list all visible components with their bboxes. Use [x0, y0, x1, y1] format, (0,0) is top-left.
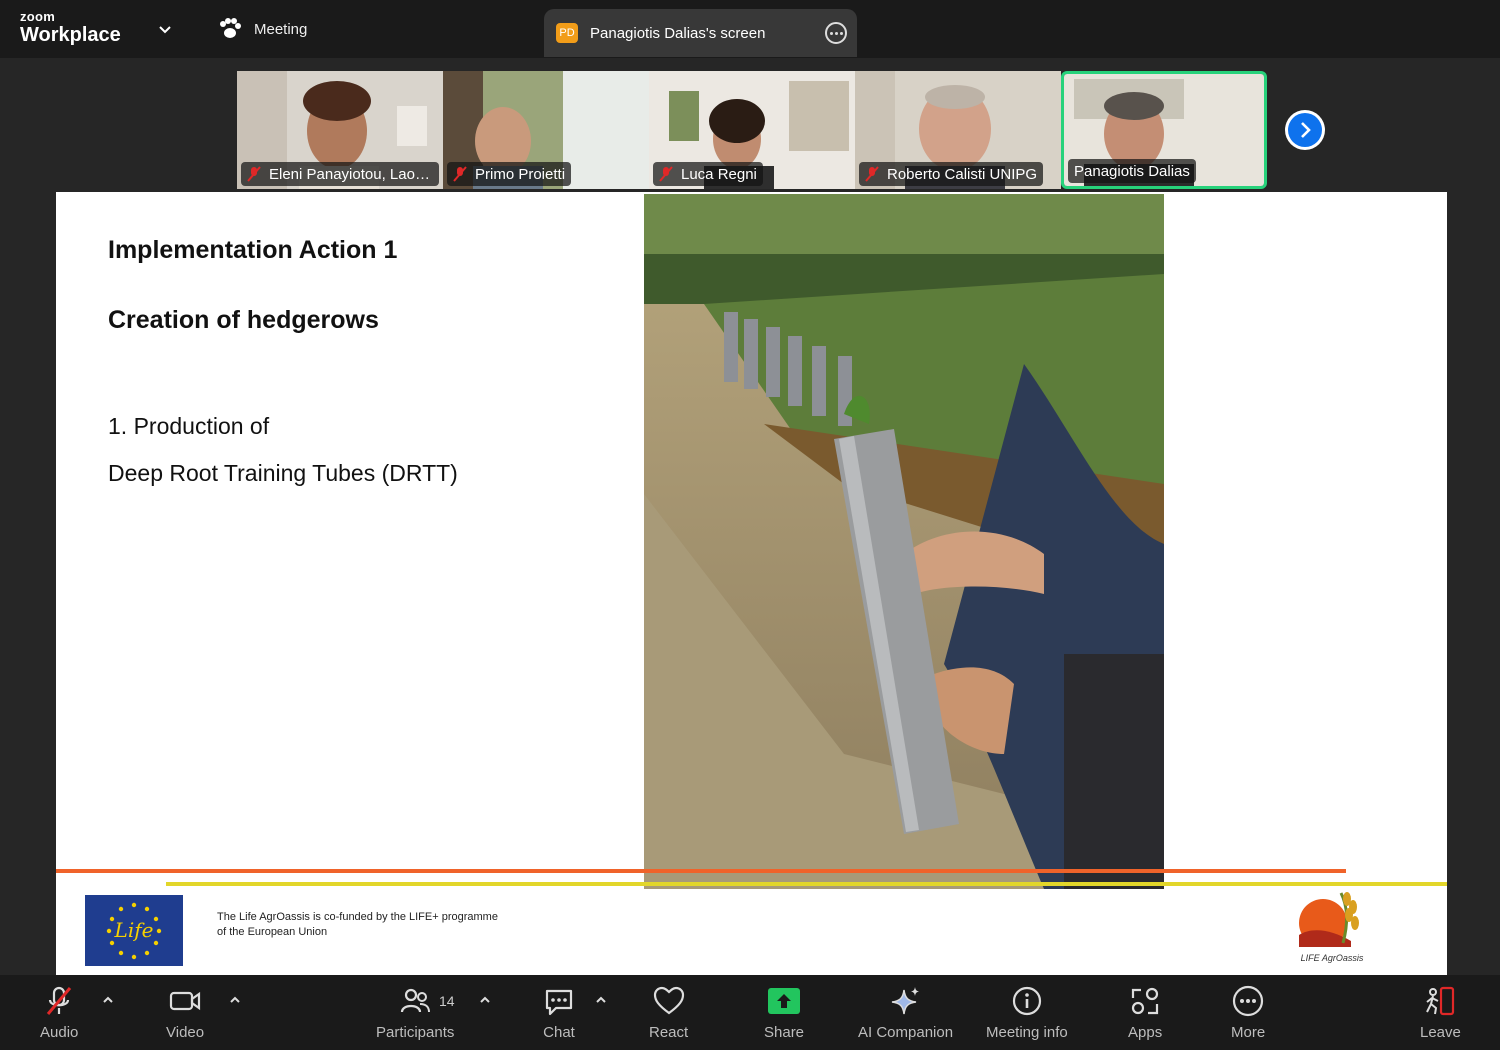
funding-notice: The Life AgrOassis is co-funded by the L…: [217, 910, 498, 940]
more-label: More: [1231, 1024, 1266, 1041]
slide-body-line: 1. Production of: [108, 413, 270, 439]
more-dots-icon: [1232, 985, 1264, 1017]
participant-name: Eleni Panayiotou, Laon...: [269, 165, 433, 183]
zoom-workplace-logo[interactable]: zoom Workplace: [20, 10, 121, 45]
shared-screen-title: Panagiotis Dalias's screen: [590, 24, 766, 42]
ai-companion-button[interactable]: AI Companion: [858, 985, 953, 1041]
apps-icon: [1131, 987, 1159, 1015]
participant-name-bar: Roberto Calisti UNIPG: [859, 162, 1044, 186]
ai-companion-label: AI Companion: [858, 1024, 954, 1041]
video-tile-active-speaker[interactable]: Panagiotis Dalias: [1061, 71, 1267, 189]
video-button[interactable]: Video: [166, 985, 204, 1041]
muted-mic-icon: [247, 166, 261, 182]
participants-options-caret-icon[interactable]: [479, 995, 491, 1005]
participant-name: Roberto Calisti UNIPG: [887, 165, 1038, 183]
video-camera-icon: [169, 991, 201, 1011]
logo-text: LIFE AgrOassis: [1301, 953, 1364, 963]
next-page-button[interactable]: [1285, 110, 1325, 150]
brand-small: zoom: [20, 9, 56, 24]
more-options-icon[interactable]: [825, 22, 847, 44]
video-tile[interactable]: Roberto Calisti UNIPG: [855, 71, 1061, 189]
decorative-line: [56, 869, 1346, 873]
video-tile[interactable]: Eleni Panayiotou, Laon...: [237, 71, 443, 189]
info-icon: [1012, 986, 1041, 1016]
video-options-caret-icon[interactable]: [229, 995, 241, 1005]
participants-icon: [401, 988, 431, 1013]
video-label: Video: [166, 1024, 205, 1041]
participant-name-bar: Primo Proietti: [447, 162, 572, 186]
meeting-info-button[interactable]: Meeting info: [986, 985, 1068, 1041]
presenter-avatar: PD: [556, 23, 578, 43]
shared-screen-tab[interactable]: PD Panagiotis Dalias's screen: [544, 9, 857, 57]
meeting-toolbar: Audio Video Participants 14 Chat React S…: [0, 975, 1500, 1050]
more-button[interactable]: More: [1231, 985, 1265, 1041]
chevron-down-icon[interactable]: [156, 20, 174, 38]
life-agroassis-logo: LIFE AgrOassis: [1291, 885, 1373, 967]
participant-name-bar: Luca Regni: [653, 162, 763, 186]
top-bar: zoom Workplace Meeting PD Panagiotis Dal…: [0, 0, 1500, 58]
chat-label: Chat: [543, 1024, 575, 1041]
eu-logo-text: Life: [114, 918, 154, 942]
brand-large: Workplace: [20, 24, 121, 46]
participants-label: Participants: [376, 1024, 455, 1041]
leave-door-icon: [1426, 986, 1455, 1016]
react-button[interactable]: React: [649, 985, 688, 1041]
audio-label: Audio: [40, 1024, 79, 1041]
audio-button[interactable]: Audio: [40, 985, 78, 1041]
slide-title: Implementation Action 1: [108, 236, 398, 264]
participant-name: Panagiotis Dalias: [1074, 162, 1190, 180]
share-button[interactable]: Share: [764, 985, 804, 1041]
leave-label: Leave: [1420, 1024, 1461, 1041]
video-tile[interactable]: Primo Proietti: [443, 71, 649, 189]
apps-button[interactable]: Apps: [1128, 985, 1162, 1041]
chat-icon: [545, 989, 573, 1016]
audio-options-caret-icon[interactable]: [102, 995, 114, 1005]
mic-muted-icon: [47, 986, 72, 1015]
funding-line: of the European Union: [217, 926, 328, 938]
chat-button[interactable]: Chat: [542, 985, 576, 1041]
share-label: Share: [764, 1024, 805, 1041]
funding-line: The Life AgrOassis is co-funded by the L…: [217, 911, 498, 923]
paw-icon: [220, 18, 241, 38]
nursery-photo: [644, 194, 1164, 889]
decorative-line: [166, 882, 1447, 886]
slide-subtitle: Creation of hedgerows: [108, 306, 379, 334]
heart-icon: [653, 986, 684, 1015]
slide-body-line: Deep Root Training Tubes (DRTT): [108, 460, 458, 486]
participant-name: Luca Regni: [681, 165, 757, 183]
meeting-menu[interactable]: Meeting: [218, 18, 307, 40]
react-label: React: [649, 1024, 689, 1041]
participant-count: 14: [439, 993, 455, 1009]
muted-mic-icon: [865, 166, 879, 182]
participant-name-bar: Panagiotis Dalias: [1068, 159, 1196, 183]
meeting-label: Meeting: [254, 20, 308, 38]
ai-sparkle-icon: [891, 987, 919, 1015]
muted-mic-icon: [453, 166, 467, 182]
muted-mic-icon: [659, 166, 673, 182]
meeting-info-label: Meeting info: [986, 1024, 1068, 1041]
video-tile[interactable]: Luca Regni: [649, 71, 855, 189]
shared-slide: Implementation Action 1 Creation of hedg…: [56, 192, 1447, 975]
eu-life-logo: Life: [85, 895, 183, 966]
leave-button[interactable]: Leave: [1420, 985, 1461, 1041]
chevron-right-icon: [1301, 122, 1311, 138]
share-screen-icon: [768, 988, 801, 1014]
participant-name-bar: Eleni Panayiotou, Laon...: [241, 162, 439, 186]
apps-label: Apps: [1128, 1024, 1163, 1041]
participant-name: Primo Proietti: [475, 165, 566, 183]
chat-options-caret-icon[interactable]: [595, 995, 607, 1005]
